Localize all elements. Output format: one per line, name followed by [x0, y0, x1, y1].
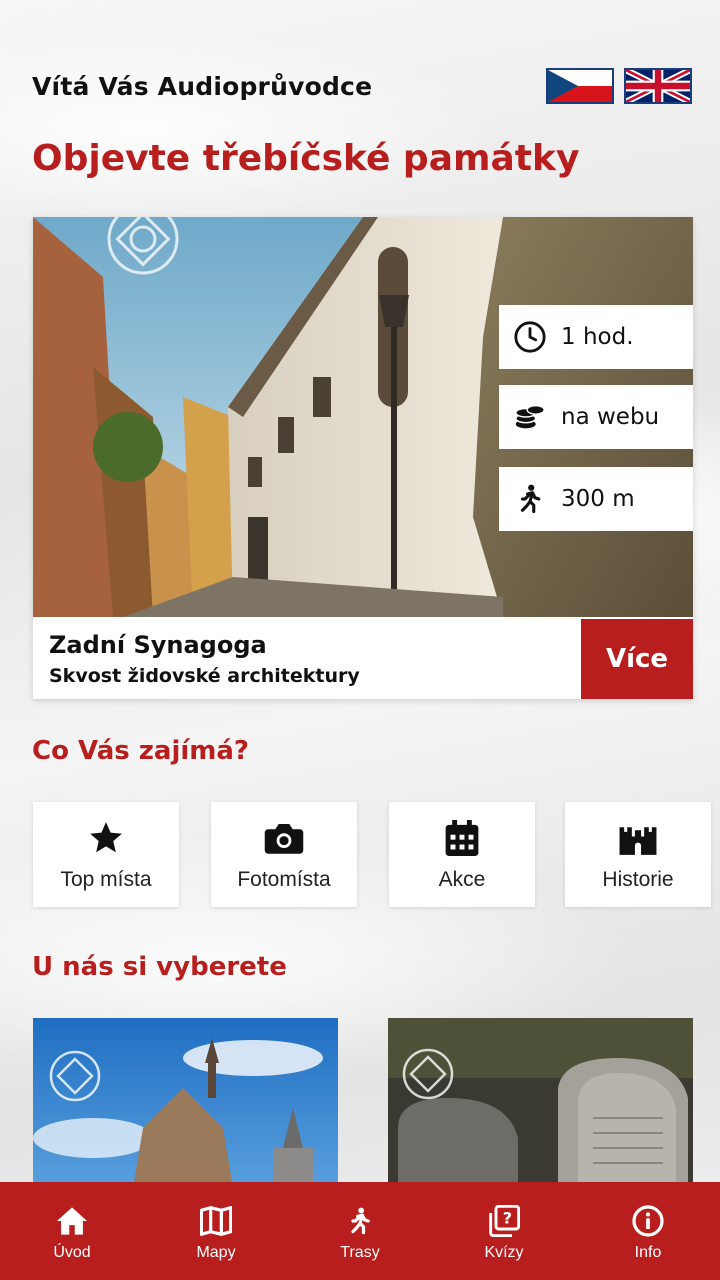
price-text: na webu [561, 404, 660, 430]
clock-icon [513, 320, 547, 354]
tab-label: Úvod [53, 1244, 91, 1261]
uk-flag-icon[interactable] [624, 68, 692, 104]
category-photo-spots[interactable]: Fotomísta [211, 802, 357, 907]
pick-card-basilica[interactable] [33, 1018, 338, 1188]
walking-icon [343, 1204, 377, 1238]
category-label: Historie [602, 868, 674, 891]
featured-caption: Zadní Synagoga Skvost židovské architekt… [33, 619, 581, 699]
tab-home[interactable]: Úvod [0, 1182, 144, 1280]
app-screen: Vítá Vás Audioprůvodce Objevte třebíčské… [0, 0, 720, 1280]
castle-icon [617, 818, 659, 858]
price-chip: na webu [499, 385, 693, 449]
top-bar: Vítá Vás Audioprůvodce [32, 68, 692, 108]
category-label: Akce [438, 868, 486, 891]
category-history[interactable]: Historie [565, 802, 711, 907]
more-button[interactable]: Více [581, 619, 693, 699]
duration-text: 1 hod. [561, 324, 634, 350]
tab-label: Kvízy [484, 1244, 524, 1261]
language-switcher [546, 68, 692, 104]
walking-person-icon [513, 482, 547, 516]
tab-label: Info [634, 1244, 662, 1261]
page-title: Objevte třebíčské památky [32, 138, 580, 179]
tab-quizzes[interactable]: ? Kvízy [432, 1182, 576, 1280]
duration-chip: 1 hod. [499, 305, 693, 369]
welcome-text: Vítá Vás Audioprůvodce [32, 72, 373, 101]
calendar-icon [441, 818, 483, 858]
interests-grid: Top místa Fotomísta Akce Historie [33, 802, 711, 907]
category-top-places[interactable]: Top místa [33, 802, 179, 907]
featured-card[interactable]: 1 hod. na webu 300 m Zadní Synagoga Skvo… [33, 217, 693, 699]
featured-name: Zadní Synagoga [49, 631, 267, 659]
home-icon [55, 1204, 89, 1238]
camera-icon [263, 818, 305, 858]
tab-label: Mapy [196, 1244, 236, 1261]
czech-flag-icon[interactable] [546, 68, 614, 104]
bottom-tab-bar: Úvod Mapy Trasy ? Kvízy Info [0, 1182, 720, 1280]
category-events[interactable]: Akce [389, 802, 535, 907]
info-icon [631, 1204, 665, 1238]
distance-chip: 300 m [499, 467, 693, 531]
interests-title: Co Vás zajímá? [32, 736, 249, 766]
map-icon [199, 1204, 233, 1238]
featured-subtitle: Skvost židovské architektury [49, 665, 360, 687]
tab-maps[interactable]: Mapy [144, 1182, 288, 1280]
tab-label: Trasy [340, 1244, 380, 1261]
pick-card-cemetery[interactable] [388, 1018, 693, 1188]
tab-info[interactable]: Info [576, 1182, 720, 1280]
tab-routes[interactable]: Trasy [288, 1182, 432, 1280]
coins-icon [513, 400, 547, 434]
distance-text: 300 m [561, 486, 635, 512]
picks-title: U nás si vyberete [32, 952, 287, 982]
star-icon [85, 818, 127, 858]
category-label: Top místa [60, 868, 152, 891]
svg-text:?: ? [503, 1209, 512, 1228]
quiz-icon: ? [487, 1204, 521, 1238]
category-label: Fotomísta [237, 868, 331, 891]
